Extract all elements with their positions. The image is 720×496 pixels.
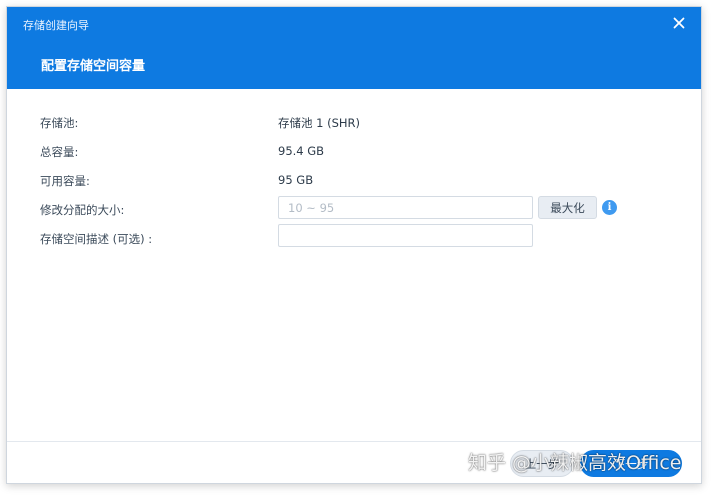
description-label: 存储空间描述 (可选) : — [40, 232, 153, 246]
footer-divider — [7, 441, 701, 442]
available-capacity-label: 可用容量: — [40, 174, 90, 188]
step-title: 配置存储空间容量 — [41, 59, 146, 74]
allocated-size-input[interactable] — [278, 196, 533, 219]
storage-pool-value: 存储池 1 (SHR) — [278, 116, 361, 130]
allocated-size-label: 修改分配的大小: — [40, 203, 125, 217]
description-input[interactable] — [278, 224, 533, 247]
total-capacity-label: 总容量: — [40, 145, 79, 159]
storage-wizard-dialog: 存储创建向导 配置存储空间容量 存储池: 存储池 1 (SHR) 总容量: 95… — [6, 6, 702, 484]
close-button[interactable] — [671, 15, 687, 31]
watermark: 知乎 @小辣椒高效Office — [468, 452, 682, 474]
available-capacity-value: 95 GB — [278, 173, 314, 187]
total-capacity-value: 95.4 GB — [278, 144, 325, 158]
maximize-button[interactable]: 最大化 — [538, 196, 597, 219]
info-icon[interactable]: i — [602, 200, 617, 215]
close-icon — [673, 17, 685, 29]
dialog-header: 存储创建向导 配置存储空间容量 — [7, 7, 701, 89]
window-title: 存储创建向导 — [23, 19, 89, 32]
storage-pool-label: 存储池: — [40, 116, 79, 130]
